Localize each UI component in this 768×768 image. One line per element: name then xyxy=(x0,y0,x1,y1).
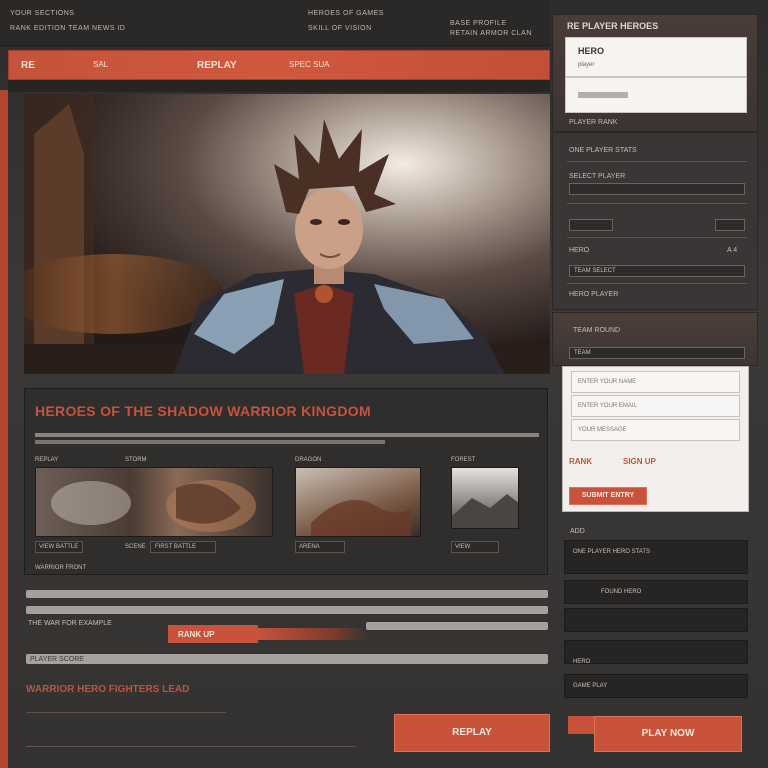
left-accent-rail xyxy=(0,90,8,768)
stats-header: ONE PLAYER STATS xyxy=(569,147,637,154)
card-title[interactable]: HEROES OF THE SHADOW WARRIOR KINGDOM xyxy=(35,403,371,419)
clan-panel: TEAM ROUND TEAM xyxy=(552,312,758,366)
stats-input-3[interactable] xyxy=(715,219,745,231)
lower-subtitle-1: THE WAR FOR EXAMPLE xyxy=(28,620,112,627)
stats-divider-1 xyxy=(567,161,747,162)
list-row-3[interactable] xyxy=(564,608,748,632)
thumb-label-1: VIEW BATTLE xyxy=(39,544,79,550)
progress-bar-3 xyxy=(366,622,548,630)
thumb-caption-3: DRAGON xyxy=(295,457,322,463)
thumbnail-art-3 xyxy=(311,499,411,536)
thumbnail-image-1[interactable] xyxy=(35,467,273,537)
list-row-1-label: ONE PLAYER HERO STATS xyxy=(573,549,651,555)
list-row-4-label: HERO xyxy=(573,659,591,665)
hero-banner-image[interactable] xyxy=(24,94,550,374)
nav-mid-links[interactable]: SKILL OF VISION xyxy=(308,25,372,32)
thumb-label-4: VIEW xyxy=(455,544,471,550)
progress-bar-4 xyxy=(26,654,548,664)
thumb-caption-4: FOREST xyxy=(451,457,476,463)
progress-bar-2 xyxy=(26,606,548,614)
list-row-5[interactable]: GAME PLAY xyxy=(564,674,748,698)
profile-name-box[interactable]: HERO player xyxy=(565,37,747,77)
list-row-5-label: GAME PLAY xyxy=(573,683,608,689)
list-row-2-label: FOUND HERO xyxy=(601,589,642,595)
profile-line: player xyxy=(578,62,595,68)
site-logo[interactable]: RE xyxy=(21,60,35,71)
stats-row-4: HERO PLAYER xyxy=(569,291,619,298)
stats-row-2: HERO xyxy=(569,247,590,254)
signup-form: ENTER YOUR NAME ENTER YOUR EMAIL YOUR ME… xyxy=(562,366,749,512)
top-navigation: YOUR SECTIONS RANK EDITION TEAM NEWS ID … xyxy=(0,0,550,46)
lower-headline[interactable]: WARRIOR HERO FIGHTERS LEAD xyxy=(26,684,189,695)
stats-row-1: SELECT PLAYER xyxy=(569,173,626,180)
stats-value: A 4 xyxy=(727,247,738,254)
stats-select-2[interactable]: TEAM SELECT xyxy=(569,265,745,277)
stats-select-1[interactable] xyxy=(569,183,745,195)
clan-select-label: TEAM xyxy=(574,350,591,356)
profile-header: RE PLAYER HEROES xyxy=(567,21,659,31)
name-field[interactable]: ENTER YOUR NAME xyxy=(571,371,740,393)
stats-divider-3 xyxy=(567,237,747,238)
list-header: ADD xyxy=(570,528,585,535)
play-now-button[interactable]: PLAY NOW xyxy=(594,716,742,752)
player-list: ONE PLAYER HERO STATS FOUND HERO HERO GA… xyxy=(564,540,748,700)
email-field-placeholder: ENTER YOUR EMAIL xyxy=(578,403,637,409)
thumb-sub-1: SCENE xyxy=(125,544,146,550)
thumb-label-2: FIRST BATTLE xyxy=(155,544,197,550)
profile-name: HERO xyxy=(578,46,605,56)
nav-right-title[interactable]: BASE PROFILE xyxy=(450,20,507,27)
thumbnail-image-3[interactable] xyxy=(295,467,421,537)
menu-item-1[interactable]: SAL xyxy=(93,60,108,69)
thumbnail-art-1 xyxy=(51,480,256,532)
nav-section-links[interactable]: RANK EDITION TEAM NEWS ID xyxy=(10,25,125,32)
stats-panel: ONE PLAYER STATS SELECT PLAYER HERO A 4 … xyxy=(552,132,758,310)
list-row-2[interactable]: FOUND HERO xyxy=(564,580,748,604)
message-field-placeholder: YOUR MESSAGE xyxy=(578,427,627,433)
lower-divider-1 xyxy=(26,712,226,713)
main-menu-bar: RE SAL REPLAY SPEC SUA xyxy=(8,50,550,80)
thumbnail-art-4 xyxy=(452,494,518,528)
card-footer-text: WARRIOR FRONT xyxy=(35,565,87,571)
stats-divider-4 xyxy=(567,283,747,284)
name-field-placeholder: ENTER YOUR NAME xyxy=(578,379,637,385)
profile-panel: RE PLAYER HEROES HERO player PLAYER RANK xyxy=(552,14,758,132)
nav-section-title[interactable]: YOUR SECTIONS xyxy=(10,10,74,17)
menu-shadow-strip xyxy=(8,80,550,92)
clan-select[interactable]: TEAM xyxy=(569,347,745,359)
progress-bar-1 xyxy=(26,590,548,598)
stats-divider-2 xyxy=(567,203,747,204)
card-description-line-2 xyxy=(35,440,385,444)
profile-sub: PLAYER RANK xyxy=(569,119,618,126)
thumb-caption-2: STORM xyxy=(125,457,147,463)
thumb-label-3: ARENA xyxy=(299,544,320,550)
message-field[interactable]: YOUR MESSAGE xyxy=(571,419,740,441)
red-streak-accent xyxy=(258,628,368,640)
form-link-signup[interactable]: SIGN UP xyxy=(623,457,656,466)
list-row-4[interactable]: HERO xyxy=(564,640,748,665)
profile-detail-box[interactable] xyxy=(565,77,747,113)
clan-header: TEAM ROUND xyxy=(573,327,621,334)
submit-button[interactable]: SUBMIT ENTRY xyxy=(569,487,647,505)
menu-item-2[interactable]: REPLAY xyxy=(197,60,237,71)
rank-up-tag[interactable]: RANK UP xyxy=(168,625,258,643)
replay-button[interactable]: REPLAY xyxy=(394,714,550,752)
featured-card: HEROES OF THE SHADOW WARRIOR KINGDOM REP… xyxy=(24,388,548,575)
thumbnail-image-4[interactable] xyxy=(451,467,519,529)
form-link-rank[interactable]: RANK xyxy=(569,457,592,466)
email-field[interactable]: ENTER YOUR EMAIL xyxy=(571,395,740,417)
card-description-line xyxy=(35,433,539,437)
stats-input-2[interactable] xyxy=(569,219,613,231)
menu-item-3[interactable]: SPEC SUA xyxy=(289,60,329,69)
nav-mid-title[interactable]: HEROES OF GAMES xyxy=(308,10,384,17)
thumb-caption-1: REPLAY xyxy=(35,457,59,463)
lower-divider-2 xyxy=(26,746,356,747)
list-row-1[interactable]: ONE PLAYER HERO STATS xyxy=(564,540,748,574)
nav-right-links[interactable]: RETAIN ARMOR CLAN xyxy=(450,30,532,37)
profile-detail-placeholder xyxy=(578,92,628,98)
stats-select-2-label: TEAM SELECT xyxy=(574,268,616,274)
hero-character-art xyxy=(24,94,550,374)
lower-subtitle-2: PLAYER SCORE xyxy=(30,656,84,663)
